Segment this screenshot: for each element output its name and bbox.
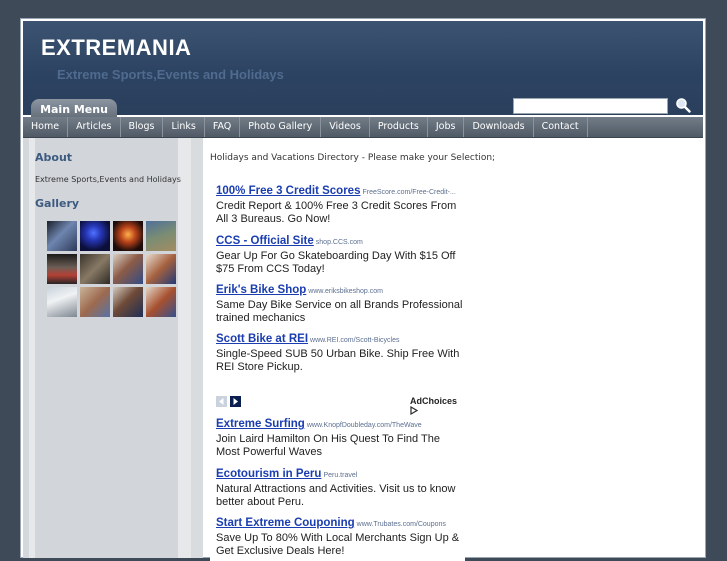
gallery-thumbnail[interactable] bbox=[80, 254, 110, 284]
gallery-grid bbox=[47, 221, 179, 320]
ad-title-link[interactable]: Ecotourism in Peru bbox=[216, 468, 321, 480]
arrow-left-icon[interactable] bbox=[216, 396, 227, 407]
gallery-thumbnail[interactable] bbox=[47, 254, 77, 284]
adchoices-label: AdChoices bbox=[410, 396, 458, 406]
ad-title-link[interactable]: CCS - Official Site bbox=[216, 235, 314, 247]
nav-products[interactable]: Products bbox=[370, 117, 428, 137]
gallery-thumbnail[interactable] bbox=[113, 221, 143, 251]
arrow-right-icon[interactable] bbox=[230, 396, 241, 407]
ad-description: Join Laird Hamilton On His Quest To Find… bbox=[216, 433, 440, 458]
nav-jobs[interactable]: Jobs bbox=[428, 117, 465, 137]
gallery-thumbnail[interactable] bbox=[80, 221, 110, 251]
ad-url[interactable]: shop.CCS.com bbox=[316, 239, 363, 246]
ad-title-link[interactable]: 100% Free 3 Credit Scores bbox=[216, 185, 360, 197]
ad-description: Natural Attractions and Activities. Visi… bbox=[216, 483, 456, 508]
ad-title-link[interactable]: Scott Bike at REI bbox=[216, 333, 308, 345]
about-heading: About bbox=[35, 151, 73, 164]
ad-description: Credit Report & 100% Free 3 Credit Score… bbox=[216, 200, 457, 225]
nav-downloads[interactable]: Downloads bbox=[464, 117, 534, 137]
ad-item: Erik's Bike Shop www.eriksbikeshop.com Sa… bbox=[216, 278, 464, 324]
nav-links[interactable]: Links bbox=[163, 117, 205, 137]
ad-url[interactable]: www.REI.com/Scott-Bicycles bbox=[310, 337, 399, 344]
nav-photo-gallery[interactable]: Photo Gallery bbox=[240, 117, 322, 137]
nav-articles[interactable]: Articles bbox=[68, 117, 121, 137]
ad-title-link[interactable]: Start Extreme Couponing bbox=[216, 517, 355, 529]
gallery-thumbnail[interactable] bbox=[47, 221, 77, 251]
ad-title-link[interactable]: Erik's Bike Shop bbox=[216, 284, 306, 296]
nav-videos[interactable]: Videos bbox=[321, 117, 370, 137]
ad-url[interactable]: FreeScore.com/Free-Credit-... bbox=[362, 189, 455, 196]
search-input[interactable] bbox=[513, 98, 668, 114]
page-frame: EXTREMANIA Extreme Sports,Events and Hol… bbox=[20, 18, 706, 561]
gallery-thumbnail[interactable] bbox=[146, 287, 176, 317]
directory-intro: Holidays and Vacations Directory - Pleas… bbox=[210, 153, 496, 163]
nav-blogs[interactable]: Blogs bbox=[121, 117, 164, 137]
ad-url[interactable]: www.eriksbikeshop.com bbox=[308, 288, 383, 295]
main-navigation: Home Articles Blogs Links FAQ Photo Gall… bbox=[23, 117, 703, 138]
gallery-thumbnail[interactable] bbox=[113, 287, 143, 317]
gallery-thumbnail[interactable] bbox=[47, 287, 77, 317]
ad-url[interactable]: www.KnopfDoubleday.com/TheWave bbox=[307, 422, 422, 429]
ad-item: Ecotourism in Peru Peru.travel Natural At… bbox=[216, 462, 464, 508]
ad-title-link[interactable]: Extreme Surfing bbox=[216, 418, 305, 430]
ad-description: Gear Up For Go Skateboarding Day With $1… bbox=[216, 250, 456, 275]
site-title[interactable]: EXTREMANIA bbox=[41, 35, 191, 61]
gallery-thumbnail[interactable] bbox=[80, 287, 110, 317]
gallery-thumbnail[interactable] bbox=[146, 254, 176, 284]
ad-url[interactable]: Peru.travel bbox=[323, 472, 357, 479]
gallery-thumbnail[interactable] bbox=[146, 221, 176, 251]
ad-item: 100% Free 3 Credit Scores FreeScore.com/F… bbox=[216, 179, 464, 225]
ad-item: CCS - Official Site shop.CCS.com Gear Up … bbox=[216, 229, 464, 275]
sidebar: About Extreme Sports,Events and Holidays… bbox=[23, 138, 203, 558]
nav-contact[interactable]: Contact bbox=[534, 117, 588, 137]
ad-item: Scott Bike at REI www.REI.com/Scott-Bicyc… bbox=[216, 327, 464, 373]
search-icon[interactable] bbox=[675, 97, 691, 113]
site-tagline: Extreme Sports,Events and Holidays bbox=[57, 67, 284, 82]
nav-faq[interactable]: FAQ bbox=[205, 117, 241, 137]
nav-home[interactable]: Home bbox=[23, 117, 69, 137]
ad-description: Single-Speed SUB 50 Urban Bike. Ship Fre… bbox=[216, 348, 460, 373]
ad-item: Start Extreme Couponing www.Trubates.com/… bbox=[216, 511, 464, 557]
ad-url[interactable]: www.Trubates.com/Coupons bbox=[357, 521, 446, 528]
gallery-heading: Gallery bbox=[35, 197, 80, 210]
site-header: EXTREMANIA Extreme Sports,Events and Hol… bbox=[23, 21, 703, 121]
ad-block: 100% Free 3 Credit Scores FreeScore.com/F… bbox=[210, 179, 465, 561]
ad-item: Extreme Surfing www.KnopfDoubleday.com/Th… bbox=[216, 412, 464, 458]
about-text: Extreme Sports,Events and Holidays bbox=[35, 175, 181, 184]
gallery-thumbnail[interactable] bbox=[113, 254, 143, 284]
ad-description: Same Day Bike Service on all Brands Prof… bbox=[216, 299, 463, 324]
